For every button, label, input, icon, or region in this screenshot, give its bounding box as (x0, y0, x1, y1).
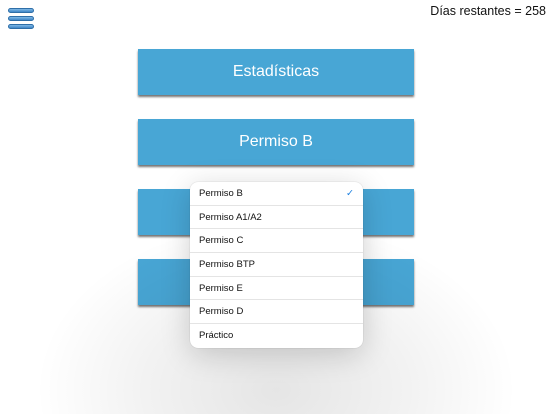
license-dropdown-popover: Permiso B ✓ Permiso A1/A2 Permiso C Perm… (190, 182, 363, 348)
days-remaining-label: Días restantes = 258 (430, 4, 546, 18)
license-select-button[interactable]: Permiso B (138, 119, 414, 165)
option-label: Permiso C (199, 235, 244, 247)
hamburger-menu-icon[interactable] (8, 8, 34, 30)
option-label: Permiso BTP (199, 258, 255, 270)
option-label: Práctico (199, 330, 234, 342)
option-permiso-d[interactable]: Permiso D (190, 300, 363, 325)
option-permiso-btp[interactable]: Permiso BTP (190, 253, 363, 277)
option-label: Permiso D (199, 306, 244, 318)
statistics-button[interactable]: Estadísticas (138, 49, 414, 95)
option-permiso-a1-a2[interactable]: Permiso A1/A2 (190, 206, 363, 230)
option-label: Permiso A1/A2 (199, 211, 262, 223)
option-label: Permiso E (199, 282, 243, 294)
option-permiso-b[interactable]: Permiso B ✓ (190, 182, 363, 206)
option-permiso-e[interactable]: Permiso E (190, 277, 363, 301)
menu-bar (8, 24, 34, 29)
checkmark-icon: ✓ (346, 187, 354, 199)
option-permiso-c[interactable]: Permiso C (190, 229, 363, 254)
option-practico[interactable]: Práctico (190, 324, 363, 348)
menu-bar (8, 8, 34, 13)
menu-bar (8, 16, 34, 21)
option-label: Permiso B (199, 187, 243, 199)
